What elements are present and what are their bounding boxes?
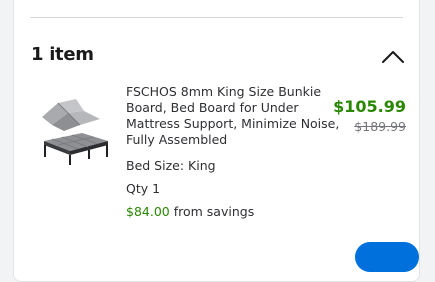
item-details: FSCHOS 8mm King Size Bunkie Board, Bed B… <box>126 84 348 220</box>
was-price: $189.99 <box>354 119 406 134</box>
section-divider <box>30 17 403 18</box>
collapse-items-button[interactable] <box>380 47 406 65</box>
savings-amount: $84.00 <box>126 204 170 219</box>
item-count-heading: 1 item <box>31 44 94 65</box>
chevron-up-icon <box>382 51 404 63</box>
item-option: Bed Size: King <box>126 158 216 173</box>
savings-suffix: from savings <box>173 204 255 219</box>
savings-line: $84.00 from savings <box>126 204 348 220</box>
product-thumbnail[interactable] <box>38 95 112 167</box>
cart-action-button[interactable] <box>355 242 419 272</box>
product-title-link[interactable]: FSCHOS 8mm King Size Bunkie Board, Bed B… <box>126 84 348 148</box>
bunkie-board-product-image <box>42 99 108 165</box>
cart-section-card: 1 item FSCHOS 8mm King Size Bunkie Board… <box>13 0 420 282</box>
current-price: $105.99 <box>333 97 406 116</box>
item-quantity: Qty 1 <box>126 181 161 196</box>
